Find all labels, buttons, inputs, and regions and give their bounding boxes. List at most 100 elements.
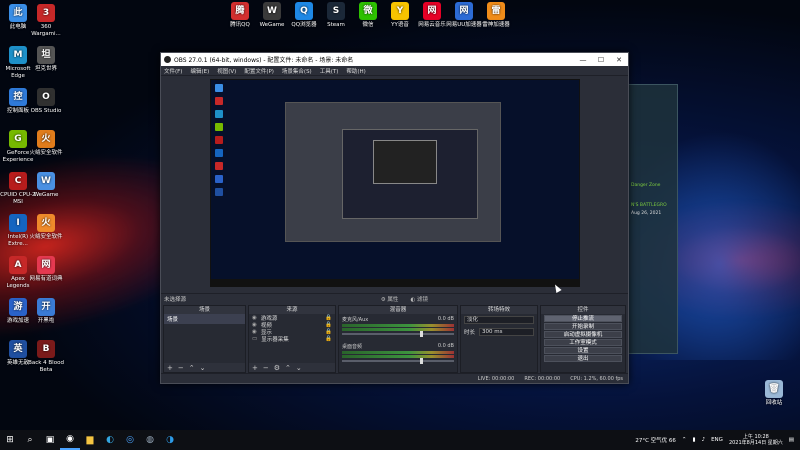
move-up-icon[interactable]: ⌃ (189, 364, 195, 372)
remove-source-icon[interactable]: − (263, 364, 269, 372)
volume-meter (342, 328, 454, 331)
controls-dock: 控件 停止推流 开始录制 启动虚拟摄像机 工作室模式 设置 退出 (540, 305, 626, 373)
desktop-shortcut[interactable]: 坦坦克世界 (28, 46, 64, 73)
taskbar: ⊞ ⌕ ▣ ◉ ▆ ◐ ◎ ◍ ◑ 27°C 空气优 66 ⌃ ▮ ♪ ENG … (0, 430, 800, 450)
source-item[interactable]: ▭ 显示器采集 🔒 (249, 335, 335, 343)
remove-scene-icon[interactable]: − (178, 364, 184, 372)
qq-browser-icon[interactable]: ◎ (120, 430, 140, 450)
obs-preview-canvas[interactable] (210, 79, 580, 287)
desktop-shortcut[interactable]: 腾腾讯QQ (222, 2, 258, 29)
desktop-shortcut[interactable]: O OBS Studio (28, 88, 64, 115)
duration-input[interactable]: 300 ms (479, 328, 534, 336)
volume-slider[interactable] (342, 331, 454, 337)
lock-icon[interactable]: 🔒 (325, 336, 332, 342)
cpu-status: CPU: 1.2%, 60.00 fps (570, 375, 623, 382)
start-recording-button[interactable]: 开始录制 (544, 323, 622, 330)
start-virtual-camera-button[interactable]: 启动虚拟摄像机 (544, 331, 622, 338)
intel-icon: I (9, 214, 27, 232)
menu-help[interactable]: 帮助(H) (346, 67, 365, 75)
menu-profile[interactable]: 配置文件(P) (244, 67, 274, 75)
recycle-bin[interactable]: 🗑 回收站 (756, 380, 792, 407)
maximize-button[interactable]: ☐ (592, 56, 610, 64)
clock[interactable]: 上午 10:28 2021年8月14日 星期六 (729, 434, 783, 446)
stop-streaming-button[interactable]: 停止推流 (544, 315, 622, 322)
desktop-shortcut[interactable]: 开开黑啦 (28, 298, 64, 325)
desktop-shortcut[interactable]: 火火绒安全软件 (28, 214, 64, 241)
visibility-eye-icon[interactable]: ◉ (252, 322, 257, 328)
menu-view[interactable]: 视图(V) (217, 67, 236, 75)
edge-browser-icon[interactable]: ◑ (160, 430, 180, 450)
menu-file[interactable]: 文件(F) (164, 67, 182, 75)
obs-statusbar: LIVE: 00:00:00 REC: 00:00:00 CPU: 1.2%, … (161, 373, 628, 383)
desktop-shortcut[interactable]: 雷雷神加速器 (478, 2, 514, 29)
steam-icon[interactable]: ◍ (140, 430, 160, 450)
desktop-shortcut[interactable]: 火火绒安全软件 (28, 130, 64, 157)
add-scene-icon[interactable]: + (167, 364, 173, 372)
desktop-shortcut[interactable]: 微微信 (350, 2, 386, 29)
recycle-bin-icon: 🗑 (765, 380, 783, 398)
background-chat-window[interactable]: Danger Zone N'S BATTLEGRO Aug 26, 2021 (628, 84, 678, 354)
minimize-button[interactable]: — (574, 56, 592, 64)
monitor-icon[interactable]: ▭ (252, 336, 257, 342)
move-up-icon[interactable]: ⌃ (285, 364, 291, 372)
visibility-eye-icon[interactable]: ◉ (252, 329, 257, 335)
desktop-shortcut[interactable]: B Back 4 Blood Beta (28, 340, 64, 373)
notification-icon[interactable]: ▤ (789, 437, 794, 443)
menu-tools[interactable]: 工具(T) (320, 67, 339, 75)
move-down-icon[interactable]: ⌄ (296, 364, 302, 372)
obs-taskbar-icon[interactable]: ◉ (60, 430, 80, 450)
desktop-shortcut[interactable]: W WeGame (28, 172, 64, 199)
chat-line-2: N'S BATTLEGRO (631, 203, 667, 208)
scenes-dock-title: 场景 (164, 306, 245, 314)
volume-meter (342, 324, 454, 327)
lock-icon[interactable]: 🔒 (325, 329, 332, 335)
desktop-shortcut[interactable]: Q QQ浏览器 (286, 2, 322, 29)
scenes-toolbar: + − ⌃ ⌄ (164, 363, 245, 372)
desktop-shortcut[interactable]: 网网易云音乐 (414, 2, 450, 29)
edge-icon[interactable]: ◐ (100, 430, 120, 450)
huorong-icon: 火 (37, 214, 55, 232)
chat-line-1: Danger Zone (631, 183, 661, 188)
desktop-shortcut[interactable]: S Steam (318, 2, 354, 29)
close-button[interactable]: ✕ (610, 56, 628, 64)
move-down-icon[interactable]: ⌄ (200, 364, 206, 372)
obs-titlebar[interactable]: OBS 27.0.1 (64-bit, windows) - 配置文件: 未命名… (161, 53, 628, 66)
language-indicator[interactable]: ENG (711, 437, 723, 443)
weather-widget[interactable]: 27°C 空气优 66 (635, 436, 676, 444)
obs-window[interactable]: OBS 27.0.1 (64-bit, windows) - 配置文件: 未命名… (160, 52, 629, 384)
network-icon[interactable]: ▮ (693, 437, 696, 443)
add-source-icon[interactable]: + (252, 364, 258, 372)
preview-nested-obs-window-3 (373, 140, 437, 184)
desktop-shortcut[interactable]: Y YY语音 (382, 2, 418, 29)
battle-icon: 英 (9, 340, 27, 358)
sources-toolbar: + − ⚙ ⌃ ⌄ (249, 363, 335, 372)
tray-overflow-icon[interactable]: ⌃ (682, 437, 687, 443)
menu-edit[interactable]: 编辑(E) (190, 67, 209, 75)
track-db: 0.0 dB (437, 343, 454, 349)
desktop-shortcut[interactable]: 网网易UU加速器 (446, 2, 482, 29)
lock-icon[interactable]: 🔒 (325, 315, 332, 321)
volume-slider[interactable] (342, 358, 454, 364)
task-view-icon[interactable]: ▣ (40, 430, 60, 450)
scenes-dock: 场景 场景 + − ⌃ ⌄ (163, 305, 246, 373)
menu-scene-collection[interactable]: 场景集合(S) (282, 67, 312, 75)
desktop-shortcut[interactable]: 3 360 Wargami... (28, 4, 64, 37)
properties-button[interactable]: ⚙ 属性 (381, 295, 399, 303)
exit-button[interactable]: 退出 (544, 355, 622, 362)
obs-app-icon (164, 56, 171, 63)
filters-button[interactable]: ◐ 滤镜 (410, 295, 428, 303)
studio-mode-button[interactable]: 工作室模式 (544, 339, 622, 346)
search-icon[interactable]: ⌕ (20, 430, 40, 450)
volume-icon[interactable]: ♪ (702, 437, 706, 443)
scene-item[interactable]: 场景 (164, 314, 245, 324)
settings-button[interactable]: 设置 (544, 347, 622, 354)
start-button[interactable]: ⊞ (0, 430, 20, 450)
folder-icon[interactable]: ▆ (80, 430, 100, 450)
transition-select[interactable]: 淡化 (464, 316, 534, 324)
source-settings-icon[interactable]: ⚙ (274, 364, 280, 372)
transitions-dock: 转场特效 淡化 时长 300 ms (460, 305, 538, 373)
desktop-shortcut[interactable]: 网网易有道词典 (28, 256, 64, 283)
desktop-shortcut[interactable]: W WeGame (254, 2, 290, 29)
lock-icon[interactable]: 🔒 (325, 322, 332, 328)
visibility-eye-icon[interactable]: ◉ (252, 315, 257, 321)
